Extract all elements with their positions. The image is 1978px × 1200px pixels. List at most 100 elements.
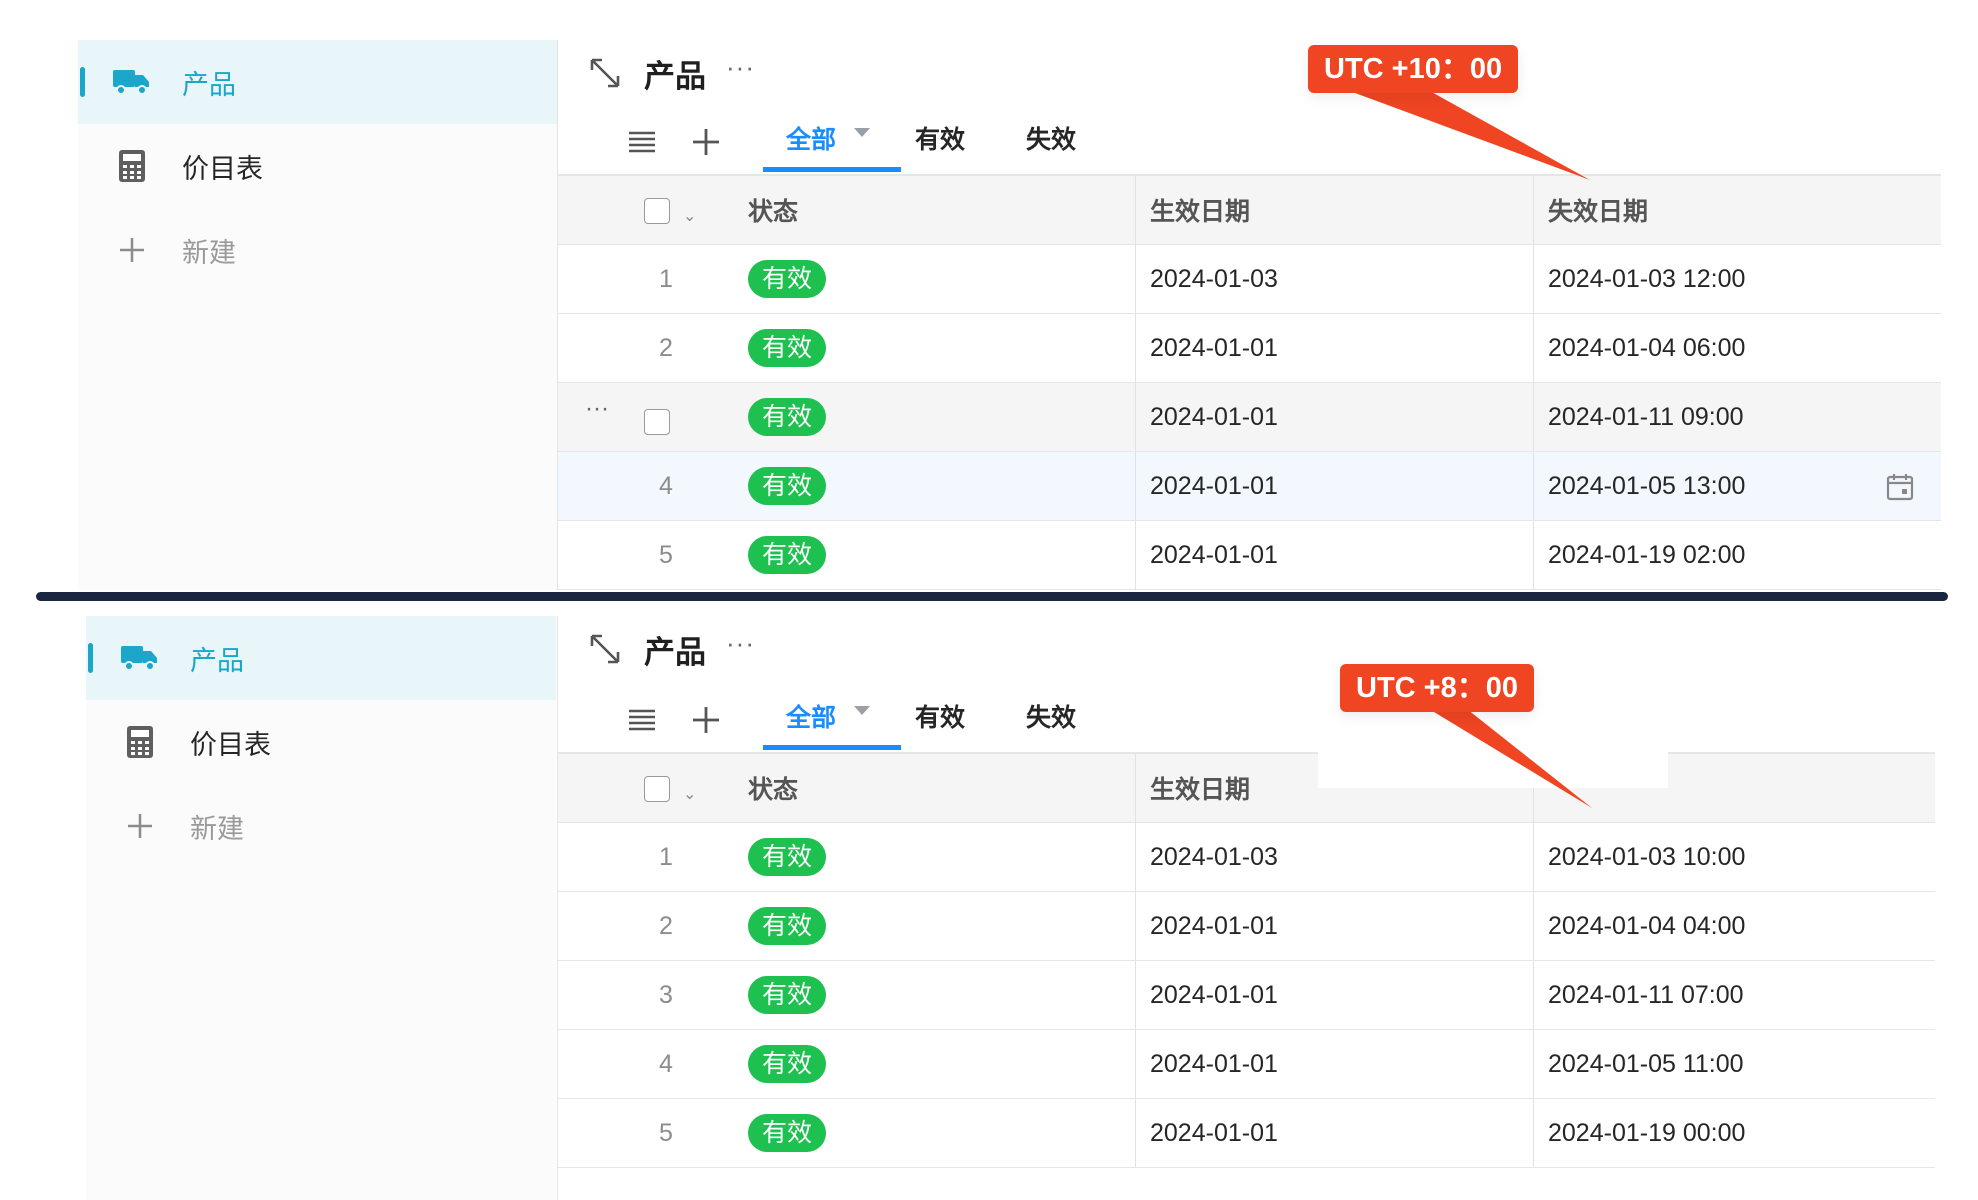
effective-date-cell[interactable]: 2024-01-01: [1135, 1030, 1548, 1098]
panel-utc8: 产品 价目表 新建 产品 ··· 全部 有效 失效 ⌄ 状态 生效日期 1 有效…: [0, 604, 1978, 1200]
expiry-date-cell[interactable]: 2024-01-04 04:00: [1533, 892, 1956, 960]
caret-down-icon[interactable]: [854, 128, 871, 137]
effective-date-cell[interactable]: 2024-01-03: [1135, 823, 1548, 891]
list-view-icon[interactable]: [626, 704, 658, 736]
section-divider: [36, 592, 1948, 601]
column-header-effective-date[interactable]: 生效日期: [1135, 176, 1548, 244]
effective-date-cell[interactable]: 2024-01-01: [1135, 892, 1548, 960]
timezone-callout: UTC +8：00: [1340, 664, 1534, 712]
list-view-icon[interactable]: [626, 126, 658, 158]
truck-icon: [120, 640, 160, 676]
sidebar-item-new[interactable]: 新建: [78, 208, 557, 292]
table-row[interactable]: 3 有效 2024-01-01 2024-01-11 07:00: [558, 961, 1935, 1030]
effective-date-cell[interactable]: 2024-01-01: [1135, 452, 1548, 520]
tab-invalid[interactable]: 失效: [1026, 120, 1076, 174]
sidebar-item-new[interactable]: 新建: [86, 784, 556, 868]
expiry-date-cell[interactable]: 2024-01-03 10:00: [1533, 823, 1956, 891]
add-view-icon[interactable]: [690, 704, 722, 736]
effective-date-cell[interactable]: 2024-01-03: [1135, 245, 1548, 313]
effective-date-cell[interactable]: 2024-01-01: [1135, 521, 1548, 589]
status-badge: 有效: [748, 260, 827, 298]
tab-valid[interactable]: 有效: [915, 120, 965, 174]
calculator-icon: [120, 724, 160, 760]
table-row[interactable]: 5 有效 2024-01-01 2024-01-19 02:00: [558, 521, 1941, 590]
calculator-icon: [112, 148, 152, 184]
timezone-callout: UTC +10：00: [1308, 45, 1519, 93]
row-number: 5: [659, 540, 673, 569]
expand-icon[interactable]: [588, 56, 622, 90]
calendar-icon[interactable]: [1885, 472, 1915, 502]
effective-date-cell[interactable]: 2024-01-01: [1135, 314, 1548, 382]
title-row: 产品 ···: [588, 624, 755, 674]
table-row[interactable]: 5 有效 2024-01-01 2024-01-19 00:00: [558, 1099, 1935, 1168]
sidebar-item-pricelist[interactable]: 价目表: [78, 124, 557, 208]
row-number: 4: [659, 471, 673, 500]
data-table: ⌄ 状态 生效日期 1 有效 2024-01-03 2024-01-03 10:…: [558, 752, 1935, 1168]
more-options-icon[interactable]: ···: [726, 630, 755, 656]
expiry-date-cell[interactable]: 2024-01-19 02:00: [1533, 521, 1956, 589]
effective-date-cell[interactable]: 2024-01-01: [1135, 961, 1548, 1029]
table-row[interactable]: 1 有效 2024-01-03 2024-01-03 10:00: [558, 823, 1935, 892]
sidebar: 产品 价目表 新建: [78, 40, 557, 590]
main-content: 产品 ··· 全部 有效 失效 ⌄ 状态 生效日期 1 有效 2024-01-0…: [557, 616, 1935, 1200]
expiry-date-cell[interactable]: 2024-01-19 00:00: [1533, 1099, 1956, 1167]
main-content: 产品 ··· 全部 有效 失效 ⌄ 状态 生效日期 失效日期 1 有效 2024…: [557, 40, 1941, 590]
table-row[interactable]: 2 有效 2024-01-01 2024-01-04 04:00: [558, 892, 1935, 961]
page-title: 产品: [644, 58, 706, 94]
chevron-down-icon[interactable]: ⌄: [683, 784, 696, 804]
table-row[interactable]: 1 有效 2024-01-03 2024-01-03 12:00: [558, 245, 1941, 314]
sidebar-item-label: 新建: [190, 813, 244, 844]
expiry-date-cell[interactable]: 2024-01-05 11:00: [1533, 1030, 1956, 1098]
sidebar-item-label: 产品: [190, 645, 244, 676]
status-badge: 有效: [748, 907, 827, 945]
data-table: ⌄ 状态 生效日期 失效日期 1 有效 2024-01-03 2024-01-0…: [558, 174, 1941, 590]
row-number: 5: [659, 1118, 673, 1147]
column-header-status[interactable]: 状态: [748, 176, 798, 244]
expiry-date-cell[interactable]: 2024-01-04 06:00: [1533, 314, 1956, 382]
table-row[interactable]: 4 有效 2024-01-01 2024-01-05 13:00: [558, 452, 1941, 521]
row-checkbox[interactable]: [644, 409, 670, 435]
row-number: 3: [659, 980, 673, 1009]
sidebar-item-products[interactable]: 产品: [78, 40, 557, 124]
tab-bar: 全部 有效 失效: [558, 686, 1935, 752]
tab-invalid[interactable]: 失效: [1026, 698, 1076, 752]
tab-valid[interactable]: 有效: [915, 698, 965, 752]
expiry-date-cell[interactable]: 2024-01-11 07:00: [1533, 961, 1956, 1029]
sidebar-item-label: 价目表: [190, 729, 271, 760]
table-row[interactable]: ··· 有效 2024-01-01 2024-01-11 09:00: [558, 383, 1941, 452]
status-badge: 有效: [748, 1114, 827, 1152]
status-badge: 有效: [748, 1045, 827, 1083]
expiry-date-cell[interactable]: 2024-01-11 09:00: [1533, 383, 1956, 451]
effective-date-cell[interactable]: 2024-01-01: [1135, 383, 1548, 451]
more-options-icon[interactable]: ···: [726, 54, 755, 80]
active-tab-indicator: [763, 745, 901, 750]
tab-bar: 全部 有效 失效: [558, 108, 1941, 174]
sidebar-item-products[interactable]: 产品: [86, 616, 556, 700]
sidebar-item-pricelist[interactable]: 价目表: [86, 700, 556, 784]
tab-all[interactable]: 全部: [786, 698, 871, 752]
select-all-checkbox[interactable]: [644, 198, 670, 224]
expand-icon[interactable]: [588, 632, 622, 666]
table-header-row: ⌄ 状态 生效日期 失效日期: [558, 174, 1941, 245]
column-header-status[interactable]: 状态: [748, 754, 798, 822]
add-view-icon[interactable]: [690, 126, 722, 158]
sidebar: 产品 价目表 新建: [86, 616, 556, 1200]
title-row: 产品 ···: [588, 48, 755, 98]
effective-date-cell[interactable]: 2024-01-01: [1135, 1099, 1548, 1167]
tab-all[interactable]: 全部: [786, 120, 871, 174]
select-all-checkbox[interactable]: [644, 776, 670, 802]
row-more-icon[interactable]: ···: [585, 395, 609, 423]
sidebar-item-label: 新建: [182, 237, 236, 268]
caret-down-icon[interactable]: [854, 706, 871, 715]
table-row[interactable]: 2 有效 2024-01-01 2024-01-04 06:00: [558, 314, 1941, 383]
sidebar-item-label: 产品: [182, 69, 236, 100]
expiry-date-cell[interactable]: 2024-01-03 12:00: [1533, 245, 1956, 313]
column-header-expiry-date[interactable]: 失效日期: [1533, 176, 1956, 244]
row-number: 2: [659, 333, 673, 362]
table-row[interactable]: 4 有效 2024-01-01 2024-01-05 11:00: [558, 1030, 1935, 1099]
callout-pointer: [1320, 80, 1590, 180]
truck-icon: [112, 64, 152, 100]
chevron-down-icon[interactable]: ⌄: [683, 206, 696, 226]
status-badge: 有效: [748, 976, 827, 1014]
status-badge: 有效: [748, 467, 827, 505]
